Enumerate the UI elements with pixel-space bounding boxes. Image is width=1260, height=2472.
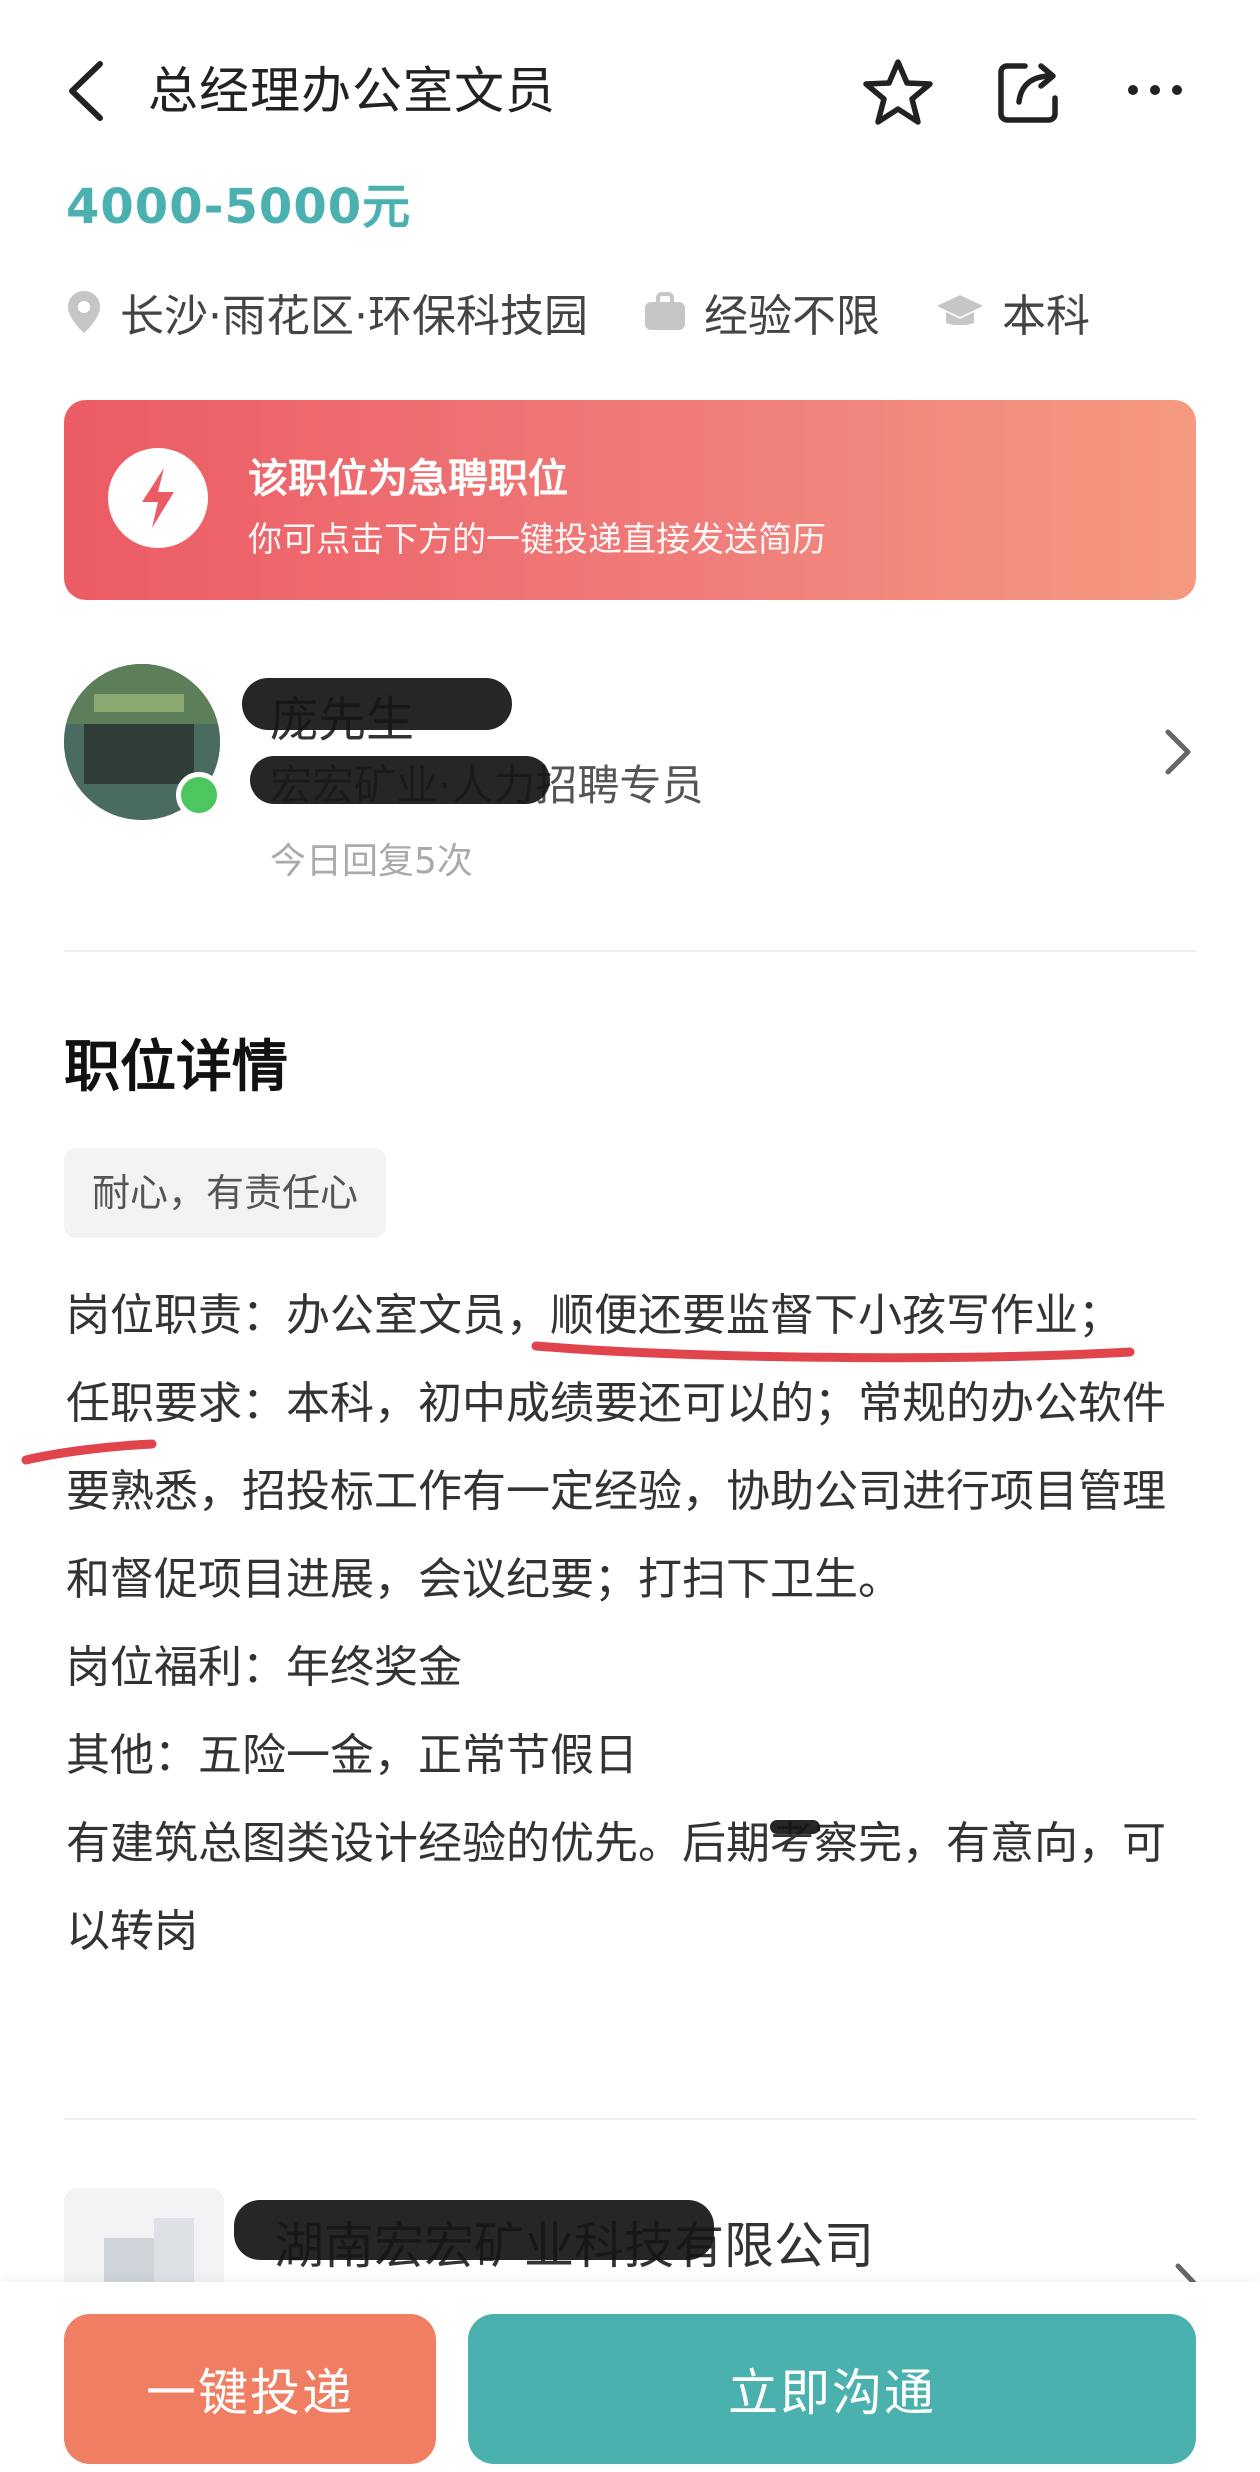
job-description: 岗位职责：办公室文员，顺便还要监督下小孩写作业； 任职要求：本科，初中成绩要还可… [66,1272,1196,1976]
experience-text: 经验不限 [703,291,880,342]
experience-info: 经验不限 [644,280,880,344]
education-info: 本科 [936,280,1090,344]
reply-count: 今日回复5次 [270,841,473,882]
divider [64,950,1196,952]
banner-subtitle: 你可点击下方的一键投递直接发送简历 [248,520,826,560]
banner-title: 该职位为急聘职位 [248,456,568,502]
skill-tag: 耐心，有责任心 [64,1148,387,1238]
location-text: 长沙·雨花区·环保科技园 [120,291,588,342]
more-icon[interactable] [1125,70,1185,110]
online-status-dot [176,772,222,818]
description-line: 有建筑总图类设计经验的优先。后期考察完，有意向，可以转岗 [66,1818,1166,1957]
briefcase-icon [644,292,685,330]
salary: 4000-5000元 [66,179,412,235]
redaction-mark [250,756,550,804]
lightning-icon [108,448,208,548]
description-line: 任职要求：本科，初中成绩要还可以的；常规的办公软件要熟悉，招投标工作有一定经验，… [66,1378,1166,1605]
urgent-hiring-banner: 该职位为急聘职位 你可点击下方的一键投递直接发送简历 [64,400,1196,600]
bottom-action-bar: 一键投递 立即沟通 [0,2282,1260,2472]
location-pin-icon [68,291,100,333]
chat-now-button[interactable]: 立即沟通 [468,2314,1196,2464]
description-line: 其他：五险一金，正常节假日 [66,1730,638,1781]
description-line: 岗位福利：年终奖金 [66,1642,462,1693]
star-icon[interactable] [862,56,934,128]
share-icon[interactable] [995,58,1063,126]
recruiter-card[interactable]: 庞先生 宏宏矿业·人力招聘专员 今日回复5次 [64,660,1196,910]
quick-apply-button[interactable]: 一键投递 [64,2314,436,2464]
top-navigation-bar: 总经理办公室文员 [0,0,1260,165]
redaction-mark [770,1820,820,1834]
redaction-mark [242,678,512,730]
section-title: 职位详情 [64,1035,288,1100]
annotation-underline [21,1439,157,1465]
location-info: 长沙·雨花区·环保科技园 [66,280,588,344]
graduation-cap-icon [936,295,983,325]
education-text: 本科 [1001,291,1090,342]
chevron-right-icon [1165,729,1191,775]
divider [64,2118,1196,2120]
page-title: 总经理办公室文员 [148,62,556,120]
chevron-left-icon[interactable] [62,58,110,124]
redaction-mark [234,2200,714,2260]
job-meta: 长沙·雨花区·环保科技园 经验不限 本科 [66,282,1146,342]
annotation-underline [531,1341,1135,1363]
